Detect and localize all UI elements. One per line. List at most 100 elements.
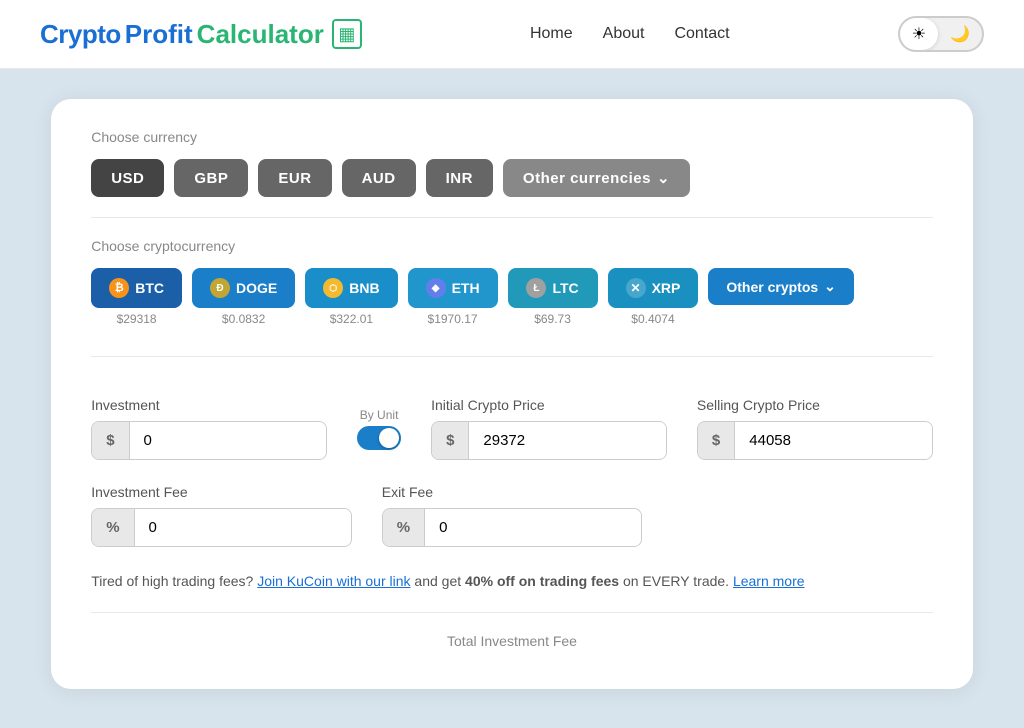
light-mode-button[interactable]: ☀ [900, 18, 938, 50]
investment-fee-prefix: % [92, 509, 134, 546]
by-unit-label: By Unit [360, 408, 399, 422]
crypto-item-xrp: ✕ XRP $0.4074 [608, 268, 699, 326]
currency-btn-aud[interactable]: AUD [342, 159, 416, 197]
crypto-btn-xrp[interactable]: ✕ XRP [608, 268, 699, 308]
eth-price: $1970.17 [428, 312, 478, 326]
promo-text-after: on EVERY trade. [623, 573, 733, 589]
crypto-btn-eth[interactable]: ◆ ETH [408, 268, 498, 308]
exit-fee-input-group: % [382, 508, 643, 547]
eth-icon: ◆ [426, 278, 446, 298]
selling-price-field: Selling Crypto Price $ [697, 397, 933, 460]
crypto-item-other: Other cryptos ⌄ [708, 268, 854, 305]
promo-text-middle: and get [414, 573, 465, 589]
bnb-icon: ⬡ [323, 278, 343, 298]
logo-calculator-text: Calculator [197, 19, 324, 50]
crypto-section: Choose cryptocurrency ₿ BTC $29318 Ð DOG… [91, 238, 933, 326]
learn-more-link[interactable]: Learn more [733, 573, 805, 589]
other-currencies-label: Other currencies [523, 170, 651, 187]
bnb-label: BNB [349, 280, 379, 296]
doge-price: $0.0832 [222, 312, 265, 326]
currency-section-label: Choose currency [91, 129, 933, 145]
btc-price: $29318 [117, 312, 157, 326]
calculator-icon: ▦ [332, 19, 362, 49]
initial-price-field: Initial Crypto Price $ [431, 397, 667, 460]
crypto-btn-bnb[interactable]: ⬡ BNB [305, 268, 397, 308]
investment-fee-label: Investment Fee [91, 484, 352, 500]
exit-fee-prefix: % [383, 509, 425, 546]
main-nav: Home About Contact [530, 25, 730, 43]
bnb-price: $322.01 [330, 312, 373, 326]
total-investment-fee-label: Total Investment Fee [91, 612, 933, 649]
logo-crypto-text: Crypto [40, 19, 121, 50]
logo-profit-text: Profit [125, 19, 193, 50]
nav-contact[interactable]: Contact [674, 25, 729, 43]
crypto-buttons: ₿ BTC $29318 Ð DOGE $0.0832 ⬡ BNB $322.0… [91, 268, 933, 326]
ltc-price: $69.73 [534, 312, 571, 326]
exit-fee-input[interactable] [425, 509, 642, 546]
promo-text-before: Tired of high trading fees? [91, 573, 253, 589]
crypto-item-bnb: ⬡ BNB $322.01 [305, 268, 397, 326]
crypto-item-ltc: Ł LTC $69.73 [508, 268, 598, 326]
selling-price-input[interactable] [735, 422, 933, 459]
main-card: Choose currency USD GBP EUR AUD INR Othe… [51, 99, 973, 689]
nav-about[interactable]: About [603, 25, 645, 43]
selling-price-prefix: $ [698, 422, 735, 459]
currency-buttons: USD GBP EUR AUD INR Other currencies ⌄ [91, 159, 933, 197]
form-row-1: Investment $ By Unit Initial Crypto Pric… [91, 397, 933, 460]
ltc-label: LTC [552, 280, 578, 296]
xrp-label: XRP [652, 280, 681, 296]
other-cryptos-chevron-icon: ⌄ [824, 278, 836, 295]
xrp-price: $0.4074 [631, 312, 674, 326]
investment-fee-input-group: % [91, 508, 352, 547]
exit-fee-field: Exit Fee % [382, 484, 643, 547]
currency-btn-other[interactable]: Other currencies ⌄ [503, 159, 690, 197]
doge-label: DOGE [236, 280, 277, 296]
section-divider-1 [91, 217, 933, 218]
currency-btn-usd[interactable]: USD [91, 159, 164, 197]
currency-btn-eur[interactable]: EUR [258, 159, 331, 197]
selling-price-label: Selling Crypto Price [697, 397, 933, 413]
investment-input[interactable] [130, 422, 328, 459]
initial-price-prefix: $ [432, 422, 469, 459]
investment-field: Investment $ [91, 397, 327, 460]
theme-toggle: ☀ 🌙 [898, 16, 984, 52]
xrp-icon: ✕ [626, 278, 646, 298]
btc-label: BTC [135, 280, 164, 296]
header: Crypto Profit Calculator ▦ Home About Co… [0, 0, 1024, 69]
dark-mode-button[interactable]: 🌙 [938, 18, 982, 50]
crypto-section-label: Choose cryptocurrency [91, 238, 933, 254]
nav-home[interactable]: Home [530, 25, 573, 43]
ltc-icon: Ł [526, 278, 546, 298]
crypto-item-doge: Ð DOGE $0.0832 [192, 268, 295, 326]
investment-fee-field: Investment Fee % [91, 484, 352, 547]
crypto-item-eth: ◆ ETH $1970.17 [408, 268, 498, 326]
by-unit-toggle-area: By Unit [357, 408, 401, 460]
initial-price-input[interactable] [469, 422, 667, 459]
selling-price-input-group: $ [697, 421, 933, 460]
exit-fee-label: Exit Fee [382, 484, 643, 500]
investment-label: Investment [91, 397, 327, 413]
currency-btn-gbp[interactable]: GBP [174, 159, 248, 197]
btc-icon: ₿ [109, 278, 129, 298]
logo: Crypto Profit Calculator ▦ [40, 19, 362, 50]
chevron-down-icon: ⌄ [657, 169, 670, 187]
form-row-2: Investment Fee % Exit Fee % [91, 484, 933, 547]
investment-prefix: $ [92, 422, 129, 459]
kucoin-link[interactable]: Join KuCoin with our link [257, 573, 410, 589]
crypto-btn-ltc[interactable]: Ł LTC [508, 268, 598, 308]
promo-highlight: 40% off on trading fees [465, 573, 619, 589]
section-divider-2 [91, 356, 933, 357]
crypto-btn-doge[interactable]: Ð DOGE [192, 268, 295, 308]
promo-text: Tired of high trading fees? Join KuCoin … [91, 571, 933, 592]
currency-section: Choose currency USD GBP EUR AUD INR Othe… [91, 129, 933, 197]
initial-price-label: Initial Crypto Price [431, 397, 667, 413]
crypto-btn-other[interactable]: Other cryptos ⌄ [708, 268, 854, 305]
currency-btn-inr[interactable]: INR [426, 159, 493, 197]
other-cryptos-label: Other cryptos [726, 279, 818, 295]
by-unit-toggle[interactable] [357, 426, 401, 450]
investment-input-group: $ [91, 421, 327, 460]
form-section: Investment $ By Unit Initial Crypto Pric… [91, 397, 933, 547]
crypto-btn-btc[interactable]: ₿ BTC [91, 268, 182, 308]
initial-price-input-group: $ [431, 421, 667, 460]
investment-fee-input[interactable] [135, 509, 352, 546]
